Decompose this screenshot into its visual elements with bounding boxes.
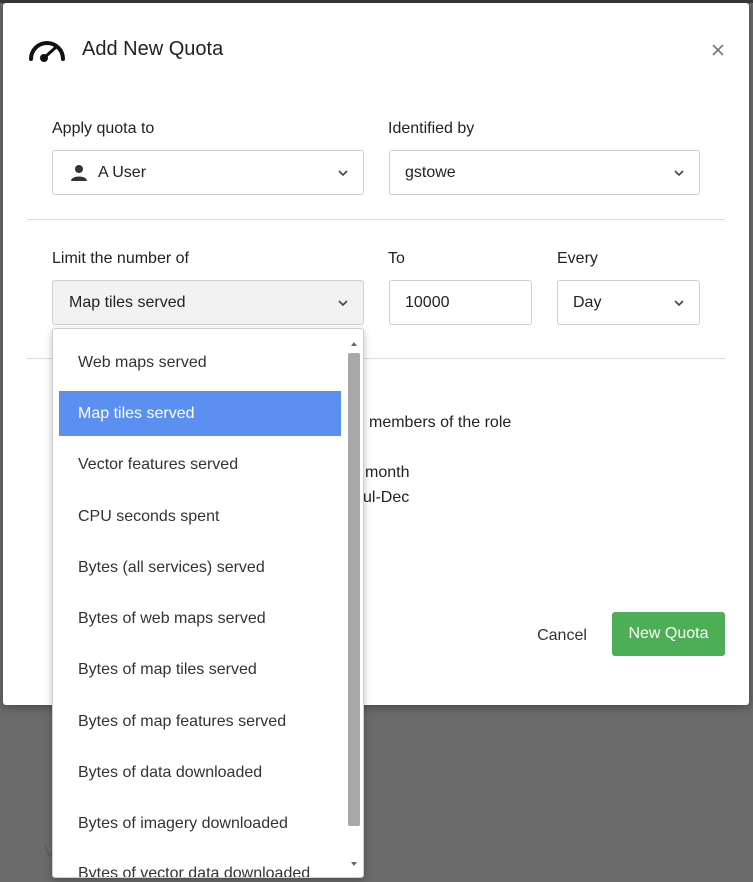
chevron-down-icon [338, 300, 348, 307]
option-web-maps-served[interactable]: Web maps served [59, 340, 341, 385]
new-quota-button[interactable]: New Quota [612, 612, 725, 656]
every-select[interactable]: Day [557, 280, 700, 325]
role-members-text: l members of the role [361, 414, 512, 431]
scrollbar-thumb[interactable] [348, 353, 360, 826]
limit-select[interactable]: Map tiles served [52, 280, 364, 325]
dialog-title: Add New Quota [82, 38, 224, 60]
identified-by-value: gstowe [405, 164, 456, 181]
chevron-down-icon [674, 170, 684, 177]
option-bytes-map-tiles-served[interactable]: Bytes of map tiles served [59, 647, 341, 692]
option-map-tiles-served[interactable]: Map tiles served [59, 391, 341, 436]
to-value: 10000 [405, 294, 450, 311]
chevron-down-icon [674, 300, 684, 307]
cancel-button[interactable]: Cancel [522, 615, 602, 657]
option-bytes-all-services-served[interactable]: Bytes (all services) served [59, 545, 341, 590]
chevron-down-icon [338, 170, 348, 177]
every-label: Every [557, 250, 598, 267]
identified-by-label: Identified by [388, 120, 475, 137]
to-label: To [388, 250, 405, 267]
option-vector-features-served[interactable]: Vector features served [59, 442, 341, 487]
scroll-down-arrow-icon[interactable] [347, 857, 361, 871]
user-icon [71, 165, 87, 181]
section-divider [27, 219, 725, 220]
apply-quota-value: A User [98, 164, 147, 181]
scroll-up-arrow-icon[interactable] [347, 337, 361, 351]
range-text: ul-Dec [363, 489, 410, 506]
option-bytes-web-maps-served[interactable]: Bytes of web maps served [59, 596, 341, 641]
limit-value: Map tiles served [69, 294, 186, 311]
option-bytes-imagery-downloaded[interactable]: Bytes of imagery downloaded [59, 801, 341, 846]
limit-label: Limit the number of [52, 250, 189, 267]
every-value: Day [573, 294, 602, 311]
speedometer-icon [29, 41, 65, 62]
option-cpu-seconds-spent[interactable]: CPU seconds spent [59, 494, 341, 539]
option-bytes-map-features-served[interactable]: Bytes of map features served [59, 699, 341, 744]
apply-quota-label: Apply quota to [52, 120, 155, 137]
period-text: month [365, 464, 410, 481]
option-bytes-data-downloaded[interactable]: Bytes of data downloaded [59, 750, 341, 795]
option-bytes-vector-data-downloaded[interactable]: Bytes of vector data downloaded [59, 851, 341, 877]
dropdown-scrollbar[interactable] [347, 337, 361, 871]
apply-quota-select[interactable]: A User [52, 150, 364, 195]
to-input[interactable]: 10000 [389, 280, 532, 325]
identified-by-select[interactable]: gstowe [389, 150, 700, 195]
close-icon[interactable] [707, 39, 729, 61]
limit-dropdown-list: Web maps served Map tiles served Vector … [52, 328, 364, 878]
